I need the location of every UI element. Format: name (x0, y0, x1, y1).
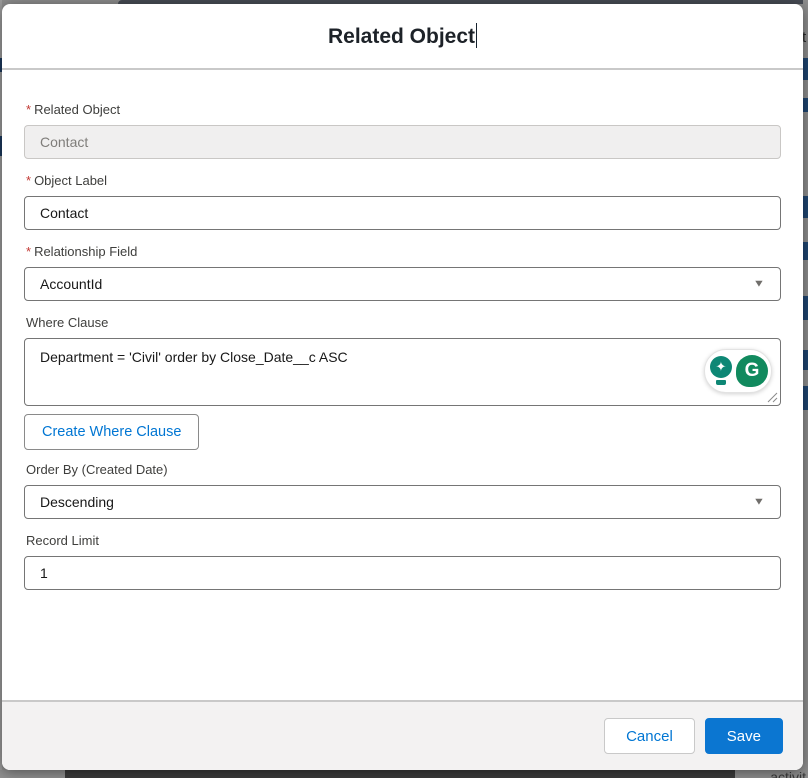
modal-title: Related Object (328, 23, 477, 49)
background-right-accent (803, 386, 808, 410)
text-cursor (476, 23, 477, 48)
lightbulb-base (716, 380, 726, 385)
background-right-accent (803, 196, 808, 218)
relationship-field-label-text: Relationship Field (34, 244, 137, 259)
record-limit-input[interactable] (24, 556, 781, 590)
background-bottom-strip: activit (0, 770, 808, 778)
record-limit-label-text: Record Limit (26, 533, 99, 548)
related-object-label-text: Related Object (34, 102, 120, 117)
where-clause-textarea[interactable]: Department = 'Civil' order by Close_Date… (24, 338, 781, 406)
modal-header: Related Object (2, 4, 803, 70)
create-where-clause-button[interactable]: Create Where Clause (24, 414, 199, 450)
background-right-strip: t (803, 0, 808, 778)
record-limit-label: Record Limit (26, 533, 781, 549)
field-where-clause: Where Clause Department = 'Civil' order … (24, 315, 781, 450)
where-clause-label-text: Where Clause (26, 315, 108, 330)
field-related-object: *Related Object (24, 102, 781, 159)
background-bottom-corner-left (0, 770, 65, 778)
chevron-down-icon: ▼ (753, 279, 765, 290)
where-clause-wrapper: Department = 'Civil' order by Close_Date… (24, 338, 781, 406)
object-label-input[interactable] (24, 196, 781, 230)
background-right-accent (803, 296, 808, 320)
relationship-field-select[interactable]: AccountId ▼ (24, 267, 781, 301)
order-by-label: Order By (Created Date) (26, 462, 781, 478)
grammarly-widget[interactable]: ✦ G (704, 349, 772, 393)
modal-body: *Related Object *Object Label *Relations… (2, 70, 803, 700)
where-clause-label: Where Clause (26, 315, 781, 331)
grammarly-logo-icon[interactable]: G (736, 355, 768, 387)
resize-handle-icon[interactable] (767, 392, 778, 403)
background-right-accent (803, 98, 808, 112)
field-order-by: Order By (Created Date) Descending ▼ (24, 462, 781, 519)
background-right-accent (803, 58, 808, 80)
related-object-modal: Related Object *Related Object *Object L… (2, 4, 803, 770)
grammarly-g-letter: G (745, 360, 760, 382)
related-object-input (24, 125, 781, 159)
relationship-field-label: *Relationship Field (26, 244, 781, 260)
grammarly-suggestion-icon[interactable]: ✦ (708, 355, 734, 387)
chevron-down-icon: ▼ (753, 497, 765, 508)
cancel-button[interactable]: Cancel (604, 718, 695, 754)
save-button[interactable]: Save (705, 718, 783, 754)
object-label-label: *Object Label (26, 173, 781, 189)
related-object-label: *Related Object (26, 102, 781, 118)
field-relationship-field: *Relationship Field AccountId ▼ (24, 244, 781, 301)
order-by-select[interactable]: Descending ▼ (24, 485, 781, 519)
background-clipped-text: activit (770, 770, 806, 778)
relationship-field-selected-value: AccountId (40, 276, 102, 292)
lightbulb-star-icon: ✦ (716, 359, 727, 375)
background-right-accent (803, 242, 808, 260)
required-asterisk: * (26, 244, 31, 259)
field-record-limit: Record Limit (24, 533, 781, 590)
modal-title-text: Related Object (328, 25, 475, 48)
field-object-label: *Object Label (24, 173, 781, 230)
background-bottom-corner-right: activit (735, 770, 808, 778)
modal-footer: Cancel Save (2, 700, 803, 770)
background-right-accent (803, 350, 808, 370)
order-by-selected-value: Descending (40, 494, 114, 510)
order-by-label-text: Order By (Created Date) (26, 462, 168, 477)
required-asterisk: * (26, 173, 31, 188)
required-asterisk: * (26, 102, 31, 117)
object-label-label-text: Object Label (34, 173, 107, 188)
